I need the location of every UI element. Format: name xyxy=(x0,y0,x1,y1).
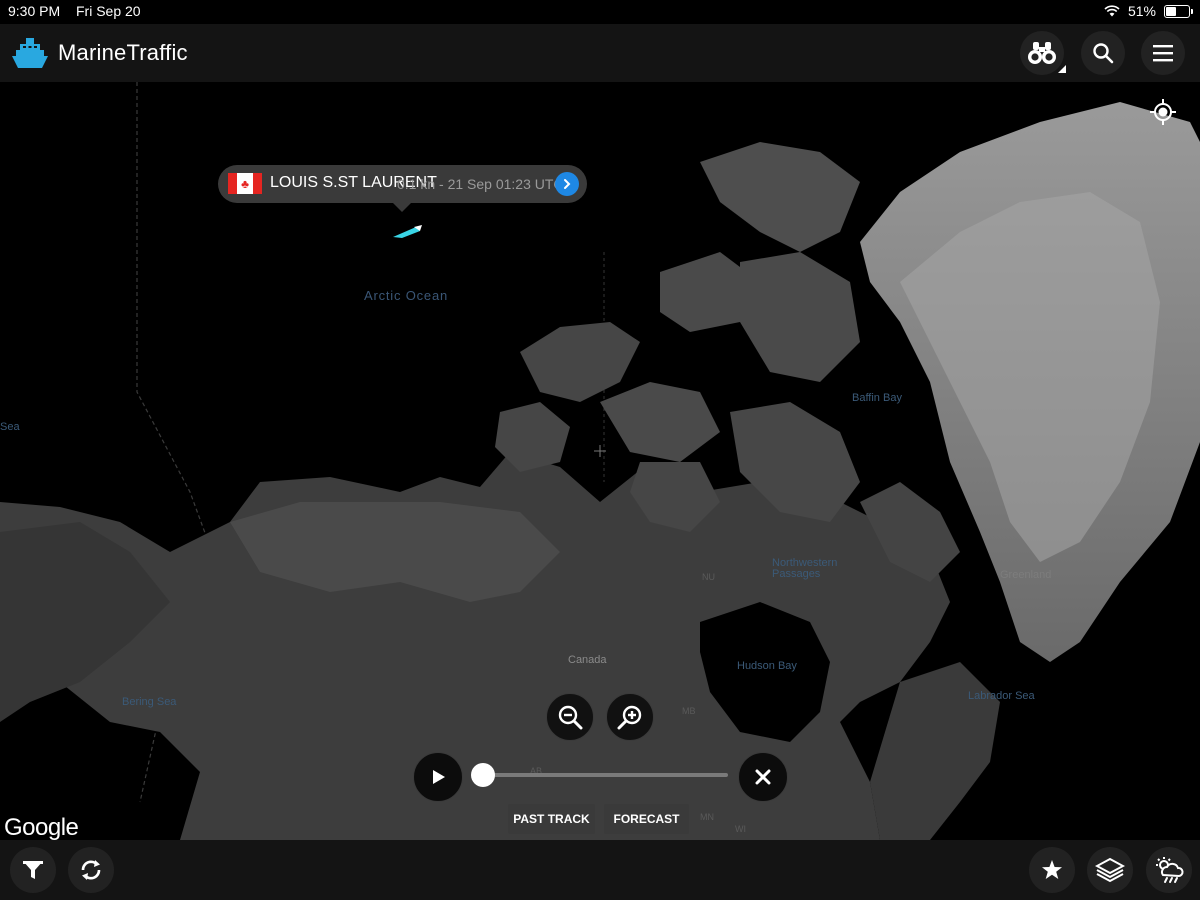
map-view[interactable]: Arctic Ocean Baffin Bay Sea Northwestern… xyxy=(0,82,1200,840)
zoom-in-button[interactable] xyxy=(606,693,654,741)
filter-button[interactable] xyxy=(10,847,56,893)
google-attribution: Google xyxy=(4,814,79,840)
search-icon xyxy=(1093,43,1114,64)
map-label-greenland: Greenland xyxy=(1000,569,1052,581)
battery-icon xyxy=(1164,4,1193,18)
play-button[interactable] xyxy=(413,752,463,802)
forecast-button[interactable]: FORECAST xyxy=(604,804,689,834)
map-label-nu: NU xyxy=(702,572,715,582)
zoom-in-icon xyxy=(617,705,642,730)
timeline-slider-handle[interactable] xyxy=(471,763,495,787)
dropdown-corner-icon xyxy=(1058,65,1066,73)
binoculars-icon xyxy=(1028,42,1056,64)
status-bar: 9:30 PM Fri Sep 20 51% xyxy=(0,0,1200,24)
vessel-details-button[interactable] xyxy=(555,172,579,196)
filter-icon xyxy=(23,861,43,879)
menu-icon xyxy=(1153,45,1173,62)
locate-icon xyxy=(1150,99,1176,125)
canada-flag-icon: ♣ xyxy=(228,173,262,194)
past-track-button[interactable]: PAST TRACK xyxy=(508,804,595,834)
vessel-marker-icon[interactable] xyxy=(390,223,424,241)
close-track-button[interactable] xyxy=(738,752,788,802)
map-label-baffin-bay: Baffin Bay xyxy=(852,392,902,404)
close-icon xyxy=(755,769,771,785)
map-label-mn: MN xyxy=(700,812,714,822)
vessel-info: 0.1 kn - 21 Sep 01:23 UTC xyxy=(397,176,564,192)
zoom-out-button[interactable] xyxy=(546,693,594,741)
map-label-hudson-bay: Hudson Bay xyxy=(737,660,797,672)
map-label-bering-sea: Bering Sea xyxy=(122,696,177,708)
map-label-canada: Canada xyxy=(568,654,607,666)
app-title: MarineTraffic xyxy=(58,40,188,65)
locate-button[interactable] xyxy=(1149,98,1177,126)
layers-icon xyxy=(1095,857,1125,883)
search-button[interactable] xyxy=(1081,31,1125,75)
map-label-wi: WI xyxy=(735,824,746,834)
weather-icon xyxy=(1156,857,1184,883)
battery-percent: 51% xyxy=(1127,3,1156,19)
vessel-popup[interactable]: ♣ LOUIS S.ST LAURENT 0.1 kn - 21 Sep 01:… xyxy=(218,165,587,212)
menu-button[interactable] xyxy=(1141,31,1185,75)
refresh-button[interactable] xyxy=(68,847,114,893)
map-label-mb: MB xyxy=(682,706,696,716)
refresh-icon xyxy=(81,860,101,880)
star-icon xyxy=(1042,860,1062,879)
wifi-icon xyxy=(1104,5,1120,17)
layers-button[interactable] xyxy=(1087,847,1133,893)
weather-button[interactable] xyxy=(1146,847,1192,893)
favorites-button[interactable] xyxy=(1029,847,1075,893)
zoom-out-icon xyxy=(558,705,583,730)
app-logo[interactable]: MarineTraffic xyxy=(12,36,188,70)
status-date: Fri Sep 20 xyxy=(76,3,141,19)
status-right: 51% xyxy=(1104,3,1193,19)
timeline-track[interactable] xyxy=(484,773,728,777)
map-label-labrador-sea: Labrador Sea xyxy=(968,690,1035,702)
map-terrain xyxy=(0,82,1200,840)
play-icon xyxy=(433,770,445,784)
bottom-bar xyxy=(0,840,1200,900)
app-header: MarineTraffic xyxy=(0,24,1200,82)
map-label-northwestern-passages: Northwestern Passages xyxy=(772,557,838,580)
status-time: 9:30 PM xyxy=(8,3,61,19)
chevron-right-icon xyxy=(564,179,571,189)
map-label-arctic-ocean: Arctic Ocean xyxy=(364,288,449,303)
marinetraffic-logo-icon xyxy=(12,38,48,68)
map-label-sea: Sea xyxy=(0,421,20,433)
binoculars-button[interactable] xyxy=(1020,31,1066,75)
